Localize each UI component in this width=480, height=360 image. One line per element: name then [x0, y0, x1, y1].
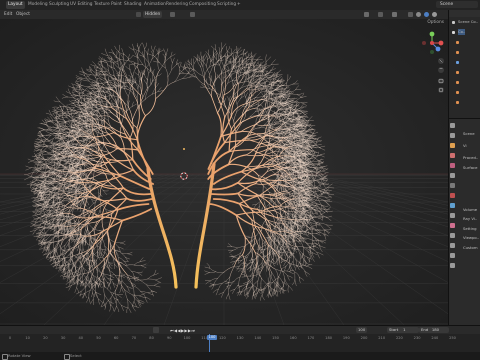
view-object-types-icon[interactable]	[364, 12, 369, 17]
object-menu[interactable]: Object	[16, 10, 30, 19]
viewport-canvas	[0, 19, 448, 325]
tab-shading[interactable]: Shading	[122, 1, 143, 9]
edit-menu[interactable]: Edit	[4, 10, 12, 19]
scene-name: Scene	[440, 2, 454, 7]
add-workspace-icon[interactable]: +	[235, 1, 243, 9]
overlay-toggle-icon[interactable]	[392, 12, 397, 17]
viewport-header: Edit Object Hidden	[0, 10, 448, 19]
snap-icon[interactable]	[170, 12, 175, 17]
shading-rendered-icon[interactable]	[432, 12, 437, 17]
tab-modeling[interactable]: Modeling	[26, 1, 50, 9]
transform-orientation-icon[interactable]	[136, 12, 141, 17]
options-button[interactable]: Options	[427, 20, 444, 25]
tab-compositing[interactable]: Compositing	[187, 1, 218, 9]
gizmo-toggle-icon[interactable]	[378, 12, 383, 17]
tab-layout[interactable]: Layout	[6, 1, 25, 9]
tab-texture-paint[interactable]: Texture Paint	[92, 1, 124, 9]
proportional-edit-icon[interactable]	[190, 12, 195, 17]
scene-selector[interactable]: Scene	[436, 1, 478, 8]
tab-uv-editing[interactable]: UV Editing	[68, 1, 94, 9]
3d-viewport[interactable]: Options	[0, 19, 448, 325]
visibility-dropdown[interactable]: Hidden	[143, 11, 163, 18]
xray-toggle-icon[interactable]	[408, 12, 413, 17]
shading-solid-icon[interactable]	[416, 12, 421, 17]
shading-material-icon[interactable]	[424, 12, 429, 17]
